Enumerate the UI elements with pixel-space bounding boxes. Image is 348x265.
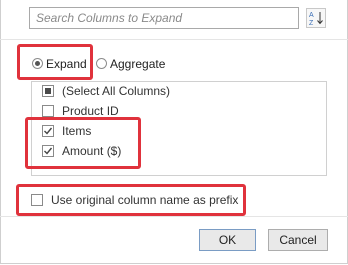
expand-columns-dialog: A Z Expand Aggregate (Select All Columns… bbox=[0, 0, 348, 265]
columns-list: (Select All Columns) Product ID Items Am… bbox=[31, 81, 327, 176]
sort-az-button[interactable]: A Z bbox=[306, 8, 326, 28]
column-item-label: (Select All Columns) bbox=[62, 84, 171, 98]
column-item-select-all[interactable]: (Select All Columns) bbox=[42, 82, 302, 100]
column-item-items[interactable]: Items bbox=[42, 122, 302, 140]
items-checkbox[interactable] bbox=[42, 125, 54, 137]
search-columns-input[interactable] bbox=[29, 7, 299, 29]
prefix-checkbox[interactable] bbox=[31, 194, 43, 206]
amount-checkbox[interactable] bbox=[42, 145, 54, 157]
aggregate-radio-label[interactable]: Aggregate bbox=[110, 57, 165, 71]
cancel-button[interactable]: Cancel bbox=[268, 229, 328, 251]
checkmark-icon bbox=[44, 147, 53, 155]
expand-radio-label[interactable]: Expand bbox=[46, 57, 87, 71]
checkmark-icon bbox=[44, 127, 53, 135]
ok-button[interactable]: OK bbox=[199, 229, 256, 251]
aggregate-radio[interactable] bbox=[96, 58, 107, 69]
column-item-label: Items bbox=[62, 124, 92, 138]
column-item-amount[interactable]: Amount ($) bbox=[42, 142, 302, 160]
top-divider bbox=[0, 39, 348, 40]
expand-radio[interactable] bbox=[32, 58, 43, 69]
column-item-label: Amount ($) bbox=[62, 144, 122, 158]
bottom-divider bbox=[0, 216, 348, 217]
column-item-label: Product ID bbox=[62, 104, 119, 118]
expand-aggregate-options: Expand Aggregate bbox=[26, 54, 226, 74]
product-id-checkbox[interactable] bbox=[42, 105, 54, 117]
svg-text:A: A bbox=[309, 12, 314, 19]
prefix-option[interactable]: Use original column name as prefix bbox=[31, 190, 261, 210]
svg-text:Z: Z bbox=[309, 20, 314, 26]
column-item-product-id[interactable]: Product ID bbox=[42, 102, 302, 120]
sort-az-icon: A Z bbox=[309, 12, 323, 26]
select-all-checkbox[interactable] bbox=[42, 85, 54, 97]
prefix-label: Use original column name as prefix bbox=[51, 193, 239, 207]
